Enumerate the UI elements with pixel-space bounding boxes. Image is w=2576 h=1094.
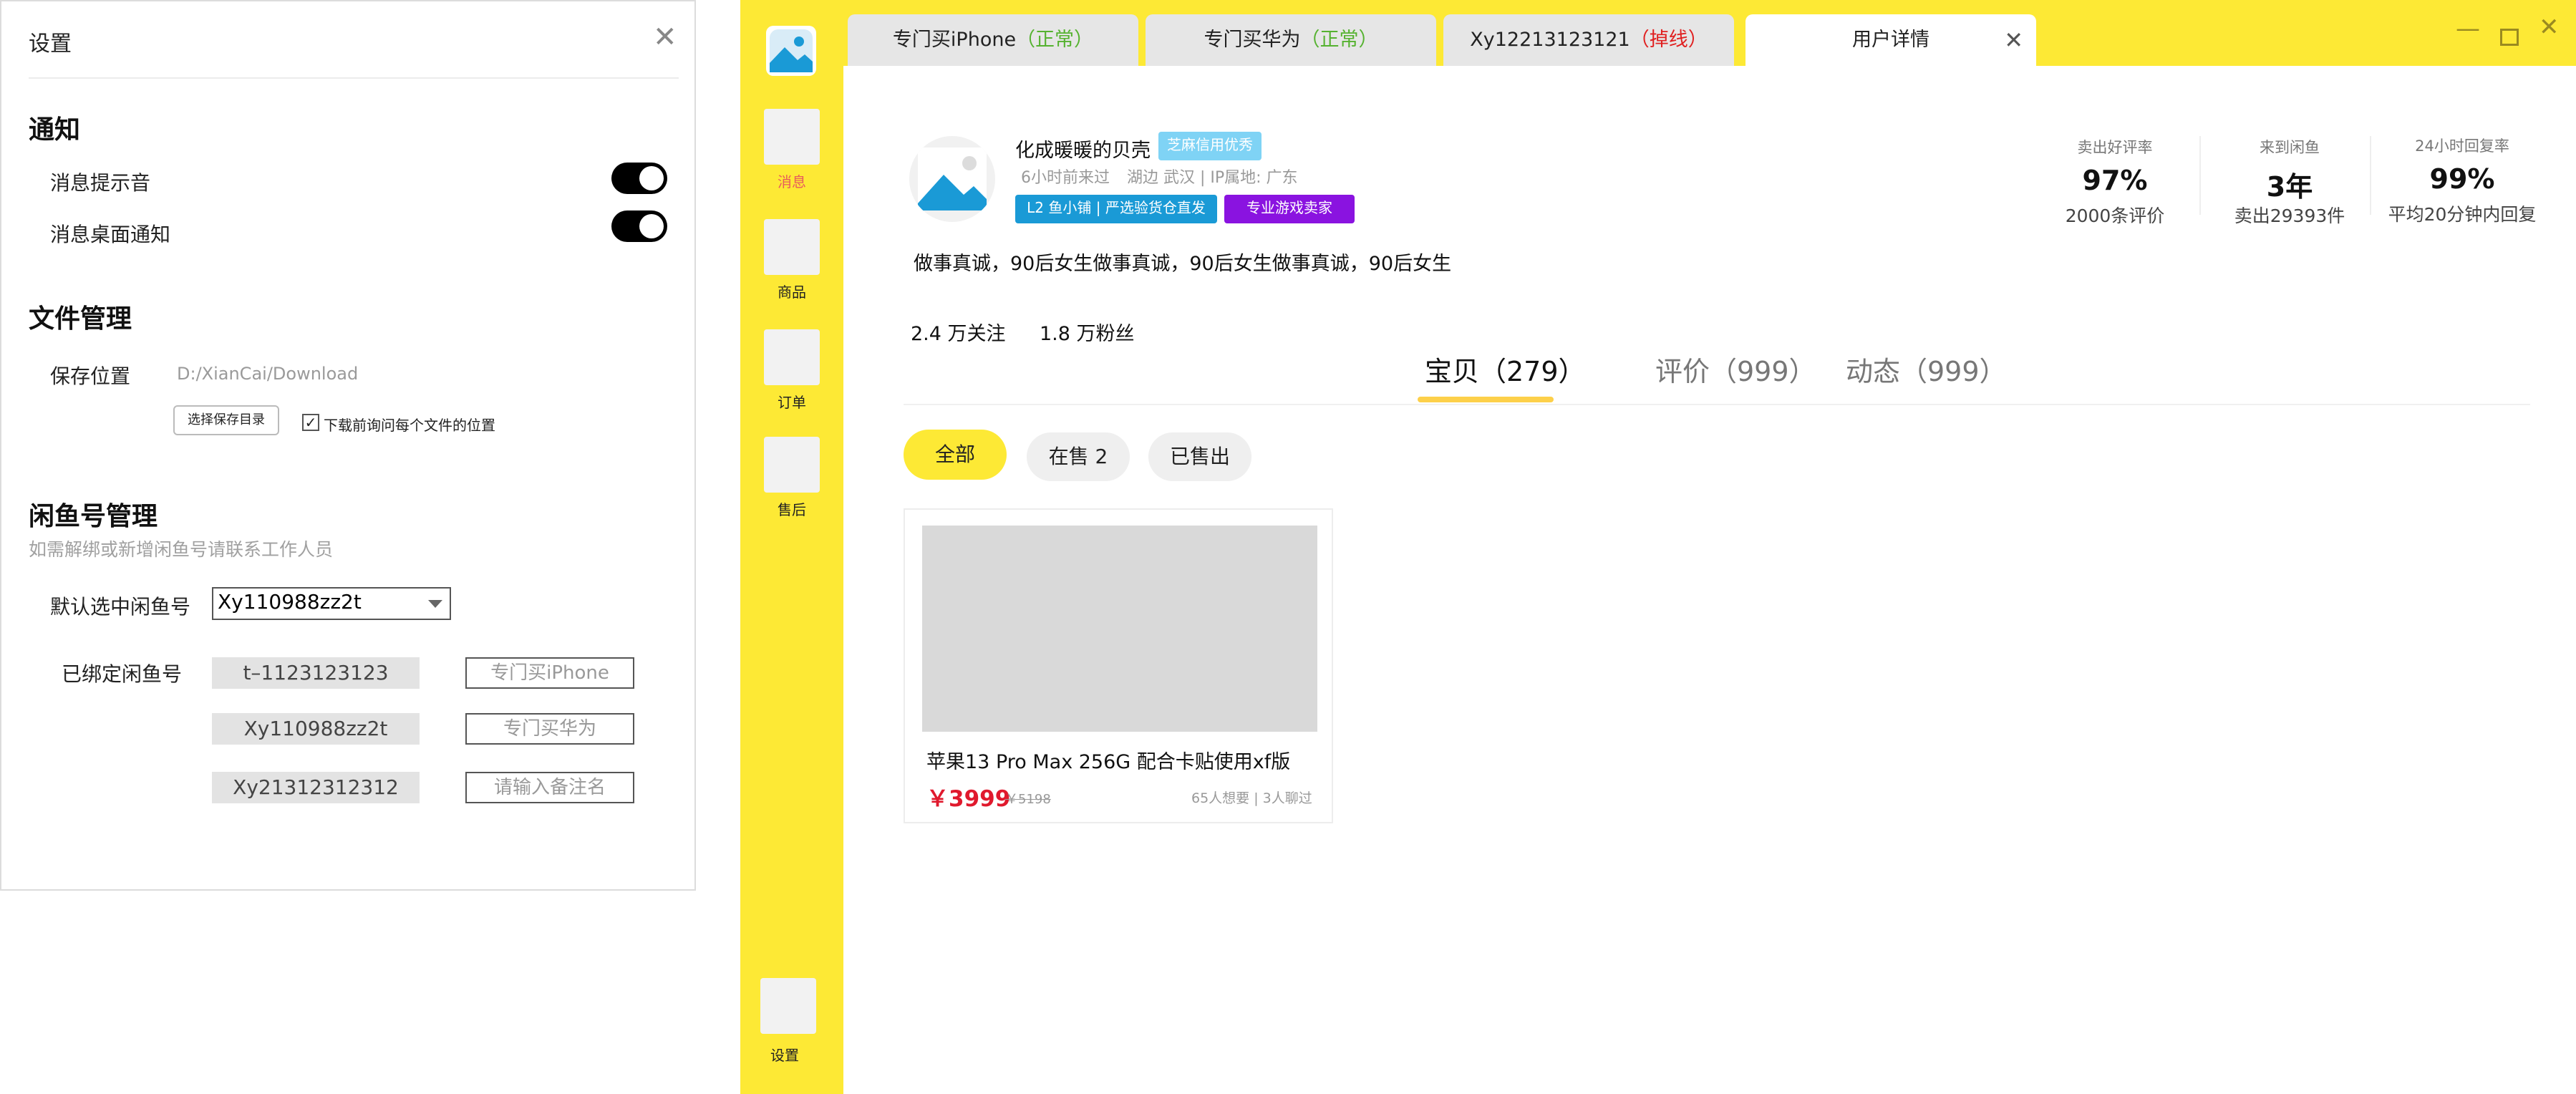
sound-toggle[interactable] — [611, 163, 667, 194]
shop-badge[interactable]: L2 鱼小铺 | 严选验货仓直发 — [1015, 195, 1217, 223]
tab-account-1[interactable]: 专门买iPhone（正常） — [848, 14, 1138, 66]
tab-label: Xy12213123121 — [1470, 29, 1630, 51]
maximize-icon[interactable] — [2500, 29, 2519, 46]
image-icon — [770, 29, 813, 72]
tab-items[interactable]: 宝贝（279） — [1425, 349, 1586, 389]
save-path: D:/XianCai/Download — [177, 364, 359, 384]
sidebar: 消息 商品 订单 售后 设置 — [740, 0, 843, 1094]
tab-user-detail[interactable]: 用户详情 ✕ — [1745, 14, 2036, 66]
settings-title: 设置 — [29, 32, 72, 57]
stat-divider — [2370, 136, 2371, 215]
credit-badge: 芝麻信用优秀 — [1158, 132, 1262, 160]
messages-nav-icon[interactable] — [764, 109, 820, 165]
product-title: 苹果13 Pro Max 256G 配合卡贴使用xf版 — [926, 751, 1291, 773]
sidebar-item-settings[interactable]: 设置 — [733, 1044, 836, 1065]
tab-label: 用户详情 — [1852, 29, 1929, 51]
image-icon — [918, 147, 987, 210]
divider — [904, 404, 2530, 405]
remark-input[interactable]: 请输入备注名 — [465, 772, 634, 803]
goods-nav-icon[interactable] — [764, 219, 820, 275]
tab-label: 专门买华为 — [1204, 29, 1301, 51]
desktop-notify-toggle[interactable] — [611, 210, 667, 242]
accounts-heading: 闲鱼号管理 — [29, 502, 158, 531]
chevron-down-icon — [428, 600, 442, 608]
orders-nav-icon[interactable] — [764, 329, 820, 385]
fans-count[interactable]: 1.8 万粉丝 — [1040, 318, 1135, 346]
accounts-hint: 如需解绑或新增闲鱼号请联系工作人员 — [29, 539, 334, 560]
files-heading: 文件管理 — [29, 304, 132, 334]
rating-label: 卖出好评率 — [2077, 139, 2153, 156]
rating-sub: 2000条评价 — [2065, 205, 2165, 226]
toggle-knob — [639, 214, 664, 238]
product-price: ￥3999 — [926, 786, 1011, 812]
default-account-value: Xy110988zz2t — [218, 590, 362, 614]
filter-on-sale[interactable]: 在售 2 — [1027, 432, 1130, 481]
user-bio: 做事真诚，90后女生做事真诚，90后女生做事真诚，90后女生 — [914, 253, 1452, 275]
tab-account-3[interactable]: Xy12213123121（掉线） — [1443, 14, 1734, 66]
toggle-knob — [639, 166, 664, 190]
rating-value: 97% — [2082, 165, 2148, 196]
close-window-icon[interactable]: ✕ — [2539, 13, 2560, 42]
last-seen: 6小时前来过 — [1021, 169, 1110, 187]
settings-nav-icon[interactable] — [760, 978, 816, 1034]
tab-label: 专门买iPhone — [892, 29, 1017, 51]
tab-activity[interactable]: 动态（999） — [1846, 349, 2007, 389]
tab-reviews[interactable]: 评价（999） — [1655, 349, 1816, 389]
bound-accounts-label: 已绑定闲鱼号 — [62, 662, 183, 686]
choose-dir-button[interactable]: 选择保存目录 — [173, 405, 279, 435]
user-name: 化成暖暖的贝壳 — [1015, 140, 1151, 162]
active-tab-indicator — [1418, 397, 1554, 402]
filter-all[interactable]: 全部 — [904, 430, 1007, 480]
bound-account-id: t–1123123123 — [212, 657, 420, 689]
aftersales-nav-icon[interactable] — [764, 437, 820, 493]
bound-account-id: Xy21312312312 — [212, 772, 420, 803]
default-account-select[interactable]: Xy110988zz2t — [212, 587, 451, 620]
notify-heading: 通知 — [29, 115, 81, 145]
sidebar-item-goods[interactable]: 商品 — [740, 281, 843, 301]
default-account-label: 默认选中闲鱼号 — [50, 595, 191, 619]
ask-location-label: 下载前询问每个文件的位置 — [324, 417, 495, 434]
reply-rate-value: 99% — [2429, 163, 2495, 195]
minimize-icon[interactable]: — — [2456, 14, 2480, 43]
filter-sold[interactable]: 已售出 — [1148, 432, 1251, 481]
product-image — [922, 526, 1317, 732]
product-meta: 65人想要 | 3人聊过 — [1191, 790, 1312, 806]
reply-rate-sub: 平均20分钟内回复 — [2388, 204, 2537, 225]
sidebar-item-orders[interactable]: 订单 — [740, 391, 843, 412]
settings-panel: 设置 ✕ 通知 消息提示音 消息桌面通知 文件管理 保存位置 D:/XianCa… — [0, 0, 696, 891]
tenure-label: 来到闲鱼 — [2260, 139, 2320, 156]
ask-location-checkbox[interactable]: ✓ — [302, 414, 319, 431]
tenure-value: 3年 — [2266, 171, 2313, 203]
divider — [29, 77, 679, 79]
tenure-sub: 卖出29393件 — [2234, 205, 2345, 226]
bound-account-id: Xy110988zz2t — [212, 713, 420, 745]
tab-bar: 专门买iPhone（正常） 专门买华为（正常） Xy12213123121（掉线… — [843, 0, 2576, 66]
user-location: 湖边 武汉 | IP属地: 广东 — [1127, 169, 1298, 187]
close-icon[interactable]: ✕ — [653, 23, 677, 52]
avatar[interactable] — [909, 136, 995, 222]
seller-badge: 专业游戏卖家 — [1224, 195, 1355, 223]
tab-status: （正常） — [1300, 29, 1378, 51]
sound-label: 消息提示音 — [50, 171, 151, 195]
remark-input[interactable]: 专门买华为 — [465, 713, 634, 745]
stat-divider — [2199, 136, 2201, 215]
product-card[interactable]: 苹果13 Pro Max 256G 配合卡贴使用xf版 ￥3999 ￥5198 … — [904, 508, 1333, 823]
sidebar-item-aftersales[interactable]: 售后 — [740, 498, 843, 519]
remark-input[interactable]: 专门买iPhone — [465, 657, 634, 689]
follows-count[interactable]: 2.4 万关注 — [911, 318, 1006, 346]
desktop-notify-label: 消息桌面通知 — [50, 223, 171, 246]
app-logo — [766, 26, 816, 76]
tab-status: （正常） — [1016, 29, 1094, 51]
save-location-label: 保存位置 — [50, 364, 131, 388]
tab-status: （掉线） — [1630, 29, 1708, 51]
reply-rate-label: 24小时回复率 — [2415, 137, 2509, 155]
close-tab-icon[interactable]: ✕ — [2004, 14, 2023, 66]
product-original-price: ￥5198 — [1005, 792, 1051, 807]
tab-account-2[interactable]: 专门买华为（正常） — [1146, 14, 1436, 66]
sidebar-item-messages[interactable]: 消息 — [740, 170, 843, 191]
